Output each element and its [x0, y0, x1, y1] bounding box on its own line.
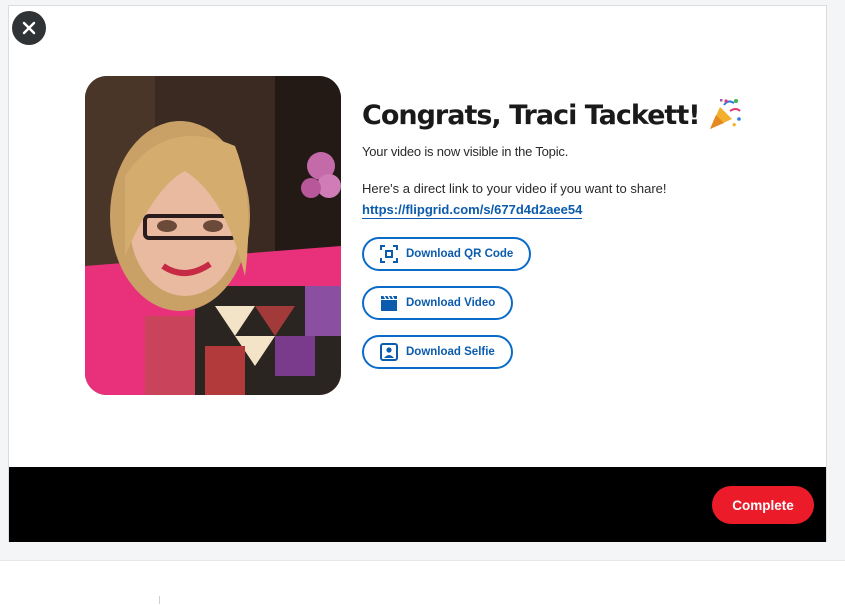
selfie-image	[85, 76, 341, 395]
close-button[interactable]	[12, 11, 46, 45]
dialog-content: Congrats, Traci Tackett! Your video is n…	[362, 96, 802, 219]
complete-button[interactable]: Complete	[712, 486, 814, 524]
download-qr-code-label: Download QR Code	[406, 248, 514, 260]
close-icon	[22, 21, 36, 35]
dialog-subtitle: Your video is now visible in the Topic.	[362, 144, 569, 159]
background-divider	[159, 596, 160, 604]
share-link[interactable]: https://flipgrid.com/s/677d4d2aee54	[362, 202, 583, 219]
download-selfie-label: Download Selfie	[406, 346, 495, 358]
background-page-strip	[0, 560, 845, 605]
share-instructions: Here's a direct link to your video if yo…	[362, 181, 667, 196]
download-video-label: Download Video	[406, 297, 496, 309]
download-video-button[interactable]: Download Video	[362, 286, 514, 320]
title-row: Congrats, Traci Tackett!	[362, 96, 802, 134]
qr-code-icon	[380, 245, 398, 263]
dialog-title: Congrats, Traci Tackett!	[362, 99, 701, 131]
congrats-dialog: Congrats, Traci Tackett! Your video is n…	[8, 5, 827, 542]
dialog-footer: Complete	[9, 467, 826, 542]
video-clapper-icon	[380, 294, 398, 312]
party-popper-icon	[706, 97, 742, 133]
download-qr-code-button[interactable]: Download QR Code	[362, 237, 532, 271]
dialog-body: Congrats, Traci Tackett! Your video is n…	[9, 6, 826, 467]
portrait-icon	[380, 343, 398, 361]
download-selfie-button[interactable]: Download Selfie	[362, 335, 513, 369]
